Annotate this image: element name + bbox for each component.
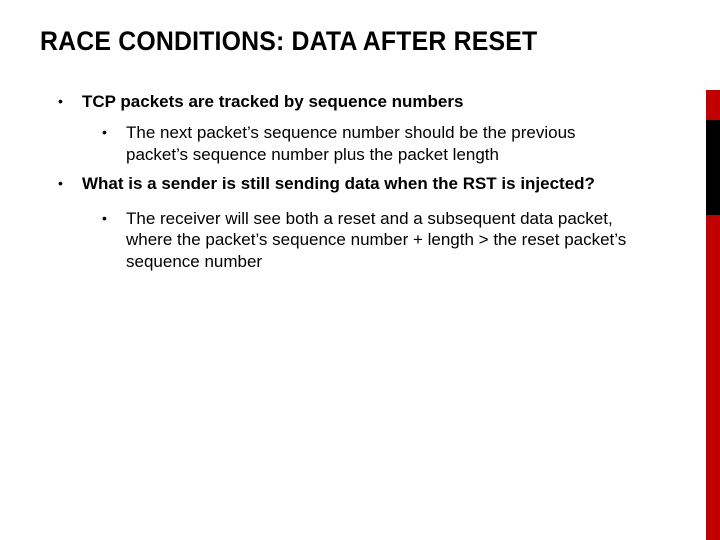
bullet-text: TCP packets are tracked by sequence numb… [82, 91, 680, 112]
slide-body: RACE CONDITIONS: DATA AFTER RESET • TCP … [0, 0, 720, 272]
bullet-icon: • [58, 91, 82, 112]
bullet-icon: • [102, 122, 126, 165]
list-item: • The next packet’s sequence number shou… [40, 122, 680, 165]
bullet-list: • TCP packets are tracked by sequence nu… [40, 91, 680, 272]
bullet-text: What is a sender is still sending data w… [82, 173, 680, 194]
list-item: • TCP packets are tracked by sequence nu… [40, 91, 680, 112]
accent-sidebar-black [706, 120, 720, 215]
slide-title: RACE CONDITIONS: DATA AFTER RESET [40, 26, 629, 57]
bullet-icon: • [58, 173, 82, 194]
list-item: • What is a sender is still sending data… [40, 173, 680, 194]
bullet-text: The receiver will see both a reset and a… [126, 208, 680, 272]
bullet-icon: • [102, 208, 126, 272]
bullet-text: The next packet’s sequence number should… [126, 122, 680, 165]
list-item: • The receiver will see both a reset and… [40, 208, 680, 272]
